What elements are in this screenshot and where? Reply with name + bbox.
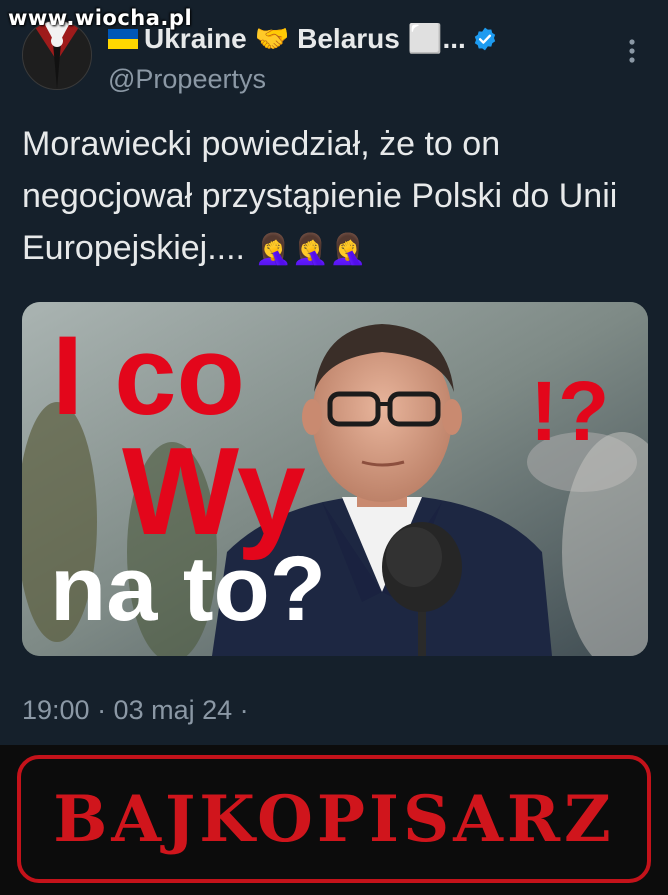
overlay-line3: na to? xyxy=(50,538,326,640)
overlay-line1: I co xyxy=(52,313,245,438)
tweet-card: www.wiocha.pl Ukraine 🤝 Belarus ⬜... @Pr… xyxy=(0,0,668,745)
banner-frame: BAJKOPISARZ xyxy=(17,755,651,883)
media-graphic: I co Wy na to? !? xyxy=(22,302,648,656)
tweet-media-image[interactable]: I co Wy na to? !? xyxy=(22,302,648,656)
more-options-icon[interactable] xyxy=(626,38,638,64)
tweet-timestamp[interactable]: 19:00 · 03 maj 24 · xyxy=(22,695,249,726)
verified-badge-icon xyxy=(474,27,496,50)
facepalm-emoji: 🤦‍♀️🤦‍♀️🤦‍♀️ xyxy=(254,233,367,266)
avatar-image xyxy=(23,21,91,89)
author-name-row[interactable]: Ukraine 🤝 Belarus ⬜... xyxy=(108,22,498,55)
avatar[interactable] xyxy=(22,20,92,90)
overlay-marks: !? xyxy=(530,364,609,458)
banner-label: BAJKOPISARZ xyxy=(53,781,615,857)
tweet-text: Morawiecki powiedział, że to on negocjow… xyxy=(22,118,652,276)
caption-banner: BAJKOPISARZ xyxy=(0,745,668,895)
ukraine-flag-icon xyxy=(108,28,138,49)
author-handle[interactable]: @Propeertys xyxy=(108,64,266,95)
author-display-name[interactable]: Ukraine 🤝 Belarus ⬜... xyxy=(144,22,466,55)
